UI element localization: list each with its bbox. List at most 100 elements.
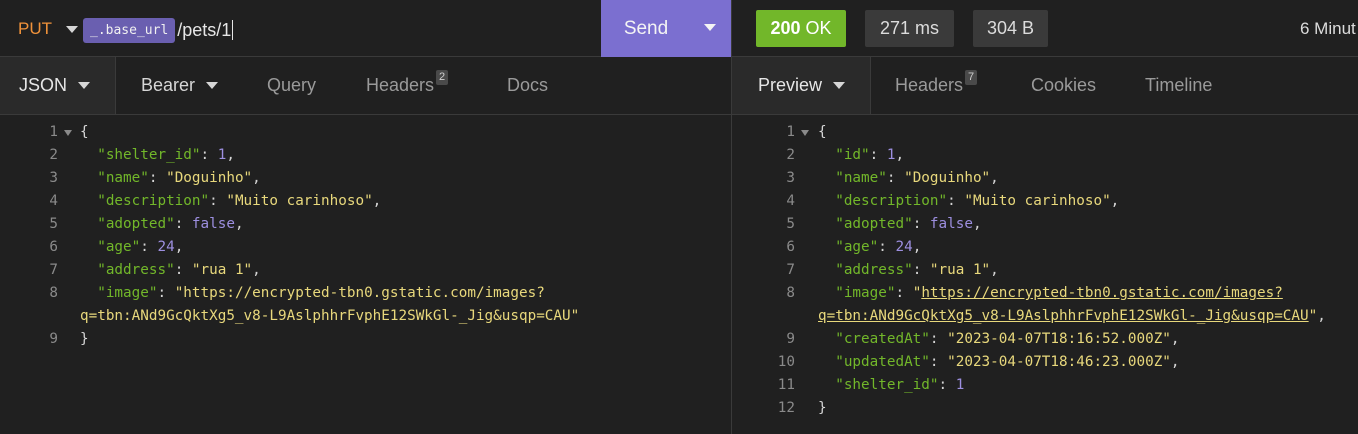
tab-headers[interactable]: Headers 2 [366, 57, 449, 114]
url-input[interactable]: _.base_url /pets/1 [83, 17, 234, 43]
response-headers-count-badge: 7 [965, 70, 978, 85]
code-token: "shelter_id" [97, 147, 201, 163]
code-line: 9 "createdAt": "2023-04-07T18:16:52.000Z… [732, 328, 1358, 351]
chevron-down-icon[interactable] [704, 24, 716, 31]
tab-json[interactable]: JSON [0, 57, 116, 114]
send-label: Send [623, 17, 669, 39]
code-token: , [1110, 193, 1120, 209]
code-line: 3 "name": "Doguinho", [732, 167, 1358, 190]
code-line: 3 "name": "Doguinho", [0, 167, 731, 190]
code-token: , [990, 262, 999, 278]
env-variable-tag[interactable]: _.base_url [83, 17, 176, 43]
line-number: 2 [786, 147, 795, 163]
text-cursor [232, 20, 234, 40]
request-tabs: JSON Bearer Query Headers 2 Docs [0, 57, 731, 115]
code-token: , [990, 170, 999, 186]
fold-toggle-icon[interactable] [801, 130, 809, 136]
code-token: } [818, 400, 827, 416]
url-link[interactable]: https://encrypted-tbn0.gstatic.com/image… [921, 285, 1283, 301]
tab-cookies[interactable]: Cookies [1031, 57, 1096, 114]
code-line: 7 "address": "rua 1", [0, 259, 731, 282]
code-token: : [938, 377, 956, 393]
code-text: "age": 24, [818, 236, 921, 259]
code-token: "image" [835, 285, 896, 301]
code-token: , [234, 216, 244, 232]
code-token: "name" [97, 170, 149, 186]
code-token: 24 [157, 239, 175, 255]
code-token: "adopted" [97, 216, 175, 232]
code-line: 5 "adopted": false, [0, 213, 731, 236]
url-link[interactable]: q=tbn:ANd9GcQktXg5_v8-L9AslphhrFvphE12SW… [818, 308, 1309, 324]
headers-count-badge: 2 [436, 70, 449, 85]
code-token: : [886, 170, 905, 186]
tab-cookies-label: Cookies [1031, 75, 1097, 95]
code-line: 6 "age": 24, [732, 236, 1358, 259]
code-token: : [174, 262, 192, 278]
code-token: , [972, 216, 982, 232]
code-text: "shelter_id": 1, [80, 144, 235, 167]
code-token: : [895, 285, 913, 301]
tab-bearer[interactable]: Bearer [141, 57, 219, 114]
line-number: 11 [777, 377, 795, 393]
line-number: 6 [786, 239, 795, 255]
code-line: 5 "adopted": false, [732, 213, 1358, 236]
tab-response-headers-label: Headers [895, 75, 964, 95]
response-size-badge: 304 B [973, 10, 1048, 47]
line-number: 4 [786, 193, 795, 209]
code-text: "adopted": false, [80, 213, 244, 236]
code-token: : [929, 354, 948, 370]
line-number: 3 [786, 170, 795, 186]
method-selector[interactable]: PUT [18, 18, 78, 40]
code-line: 2 "shelter_id": 1, [0, 144, 731, 167]
code-token: "address" [835, 262, 913, 278]
code-token: { [818, 124, 827, 140]
code-token: 1 [955, 377, 965, 393]
request-bar: PUT _.base_url /pets/1 Send 200 OK 271 m… [0, 0, 1358, 57]
code-line: 2 "id": 1, [732, 144, 1358, 167]
method-label: PUT [18, 19, 52, 38]
send-button[interactable]: Send [601, 0, 731, 57]
code-token: "name" [835, 170, 887, 186]
request-body-editor[interactable]: 1{2 "shelter_id": 1, 3 "name": "Doguinho"… [0, 115, 731, 351]
code-line: 10 "updatedAt": "2023-04-07T18:46:23.000… [732, 351, 1358, 374]
tab-timeline[interactable]: Timeline [1145, 57, 1212, 114]
tab-preview-label: Preview [758, 75, 823, 95]
code-text: } [80, 328, 89, 351]
line-number: 10 [777, 354, 795, 370]
code-text: { [80, 121, 89, 144]
code-token: "address" [97, 262, 175, 278]
fold-toggle-icon[interactable] [64, 130, 72, 136]
tab-preview[interactable]: Preview [732, 57, 871, 114]
tab-response-headers[interactable]: Headers 7 [895, 57, 978, 114]
tab-docs[interactable]: Docs [507, 57, 548, 114]
code-token: , [226, 147, 235, 163]
code-token: , [895, 147, 905, 163]
code-token: "Doguinho" [904, 170, 991, 186]
code-token: , [252, 262, 261, 278]
line-number: 3 [49, 170, 58, 186]
code-line: 8 "image": "https://encrypted-tbn0.gstat… [732, 282, 1358, 305]
response-tabs: Preview Headers 7 Cookies Timeline [732, 57, 1358, 115]
status-badge: 200 OK [756, 10, 846, 47]
url-path: /pets/1 [177, 19, 232, 40]
tab-headers-label: Headers [366, 75, 435, 95]
code-line: 1{ [732, 121, 1358, 144]
code-token: "rua 1" [191, 262, 253, 278]
code-token: "age" [97, 239, 141, 255]
chevron-down-icon [66, 25, 78, 33]
code-line: 11 "shelter_id": 1 [732, 374, 1358, 397]
tab-query[interactable]: Query [267, 57, 316, 114]
code-line: q=tbn:ANd9GcQktXg5_v8-L9AslphhrFvphE12SW… [0, 305, 731, 328]
code-line: 1{ [0, 121, 731, 144]
code-text: "image": "https://encrypted-tbn0.gstatic… [80, 282, 545, 305]
